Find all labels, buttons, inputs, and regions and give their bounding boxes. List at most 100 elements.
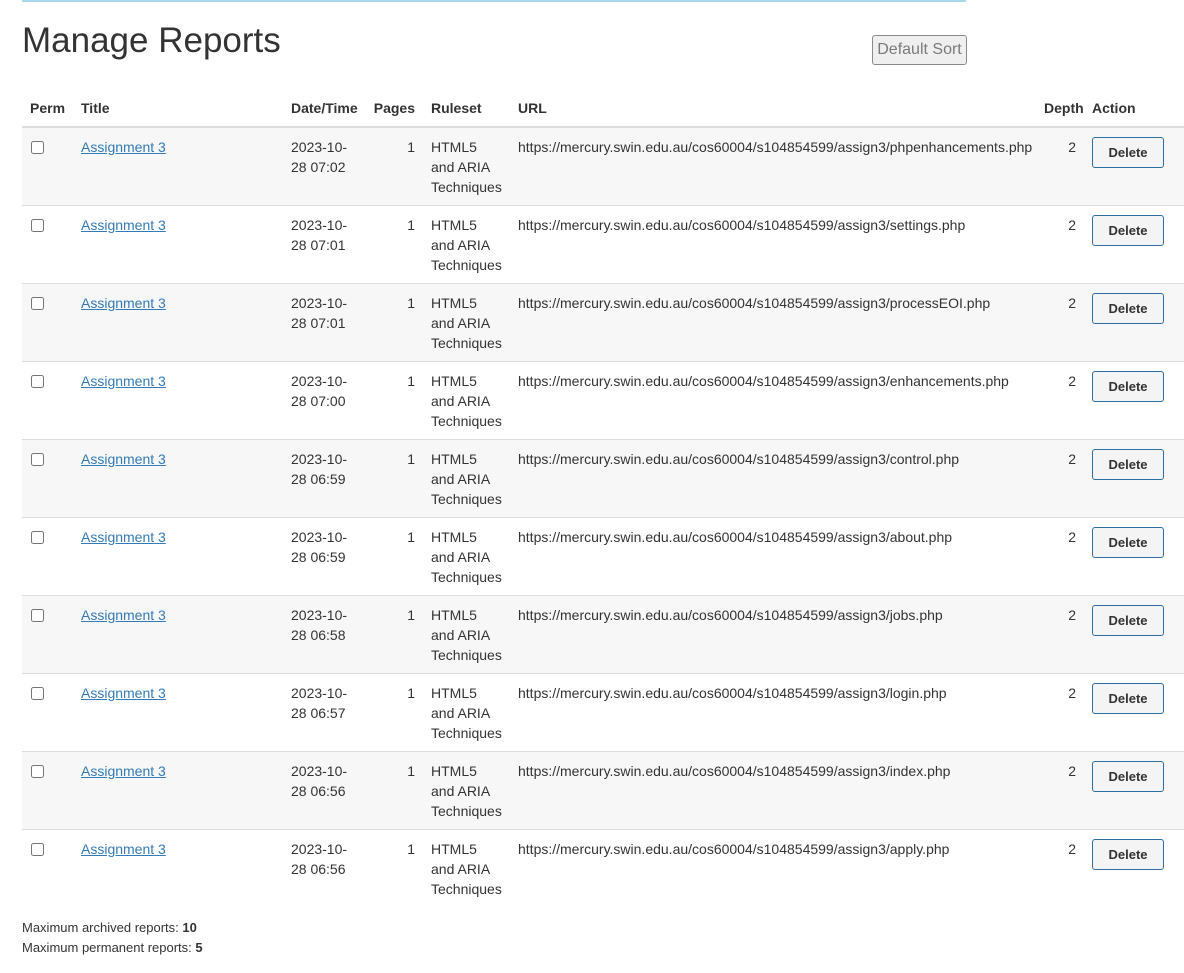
perm-cell xyxy=(22,205,73,284)
table-row: Assignment 3 2023-10- 28 06:59 1 HTML5 and AR… xyxy=(22,439,1184,518)
delete-button[interactable]: Delete xyxy=(1092,839,1164,870)
action-cell: Delete xyxy=(1084,205,1184,284)
report-time: 28 07:00 xyxy=(291,393,346,409)
pages-cell: 1 xyxy=(365,361,423,440)
delete-button[interactable]: Delete xyxy=(1092,605,1164,636)
perm-checkbox[interactable] xyxy=(31,609,44,622)
report-title-link[interactable]: Assignment 3 xyxy=(81,373,166,389)
ruleset-line: Techniques xyxy=(431,647,502,663)
ruleset-cell: HTML5 and ARIA Techniques xyxy=(423,361,510,440)
ruleset-cell: HTML5 and ARIA Techniques xyxy=(423,829,510,907)
report-title-link[interactable]: Assignment 3 xyxy=(81,841,166,857)
title-cell: Assignment 3 xyxy=(73,673,283,752)
title-cell: Assignment 3 xyxy=(73,751,283,830)
report-date: 2023-10- xyxy=(291,451,348,467)
ruleset-line: Techniques xyxy=(431,725,502,741)
ruleset-line: HTML5 xyxy=(431,139,477,155)
perm-cell xyxy=(22,673,73,752)
pages-cell: 1 xyxy=(365,517,423,596)
perm-checkbox[interactable] xyxy=(31,843,44,856)
pages-cell: 1 xyxy=(365,283,423,362)
datetime-cell: 2023-10- 28 07:02 xyxy=(283,127,365,206)
ruleset-line: HTML5 xyxy=(431,529,477,545)
action-cell: Delete xyxy=(1084,127,1184,206)
perm-checkbox[interactable] xyxy=(31,141,44,154)
delete-button[interactable]: Delete xyxy=(1092,215,1164,246)
report-title-link[interactable]: Assignment 3 xyxy=(81,139,166,155)
datetime-cell: 2023-10- 28 06:56 xyxy=(283,829,365,907)
table-row: Assignment 3 2023-10- 28 07:02 1 HTML5 and AR… xyxy=(22,127,1184,206)
ruleset-cell: HTML5 and ARIA Techniques xyxy=(423,673,510,752)
ruleset-line: Techniques xyxy=(431,413,502,429)
ruleset-line: HTML5 xyxy=(431,217,477,233)
report-title-link[interactable]: Assignment 3 xyxy=(81,529,166,545)
table-row: Assignment 3 2023-10- 28 06:56 1 HTML5 and AR… xyxy=(22,751,1184,830)
delete-button[interactable]: Delete xyxy=(1092,293,1164,324)
delete-button[interactable]: Delete xyxy=(1092,371,1164,402)
table-row: Assignment 3 2023-10- 28 07:01 1 HTML5 and AR… xyxy=(22,283,1184,362)
report-title-link[interactable]: Assignment 3 xyxy=(81,607,166,623)
report-date: 2023-10- xyxy=(291,685,348,701)
header-pages: Pages xyxy=(365,90,423,128)
pages-cell: 1 xyxy=(365,205,423,284)
perm-checkbox[interactable] xyxy=(31,453,44,466)
report-time: 28 06:59 xyxy=(291,549,346,565)
perm-checkbox[interactable] xyxy=(31,765,44,778)
ruleset-line: HTML5 xyxy=(431,685,477,701)
url-cell: https://mercury.swin.edu.au/cos60004/s10… xyxy=(510,751,1036,830)
action-cell: Delete xyxy=(1084,361,1184,440)
action-cell: Delete xyxy=(1084,829,1184,907)
ruleset-cell: HTML5 and ARIA Techniques xyxy=(423,595,510,674)
url-cell: https://mercury.swin.edu.au/cos60004/s10… xyxy=(510,361,1036,440)
report-date: 2023-10- xyxy=(291,763,348,779)
default-sort-button[interactable]: Default Sort xyxy=(872,35,967,65)
datetime-cell: 2023-10- 28 06:59 xyxy=(283,439,365,518)
report-date: 2023-10- xyxy=(291,607,348,623)
delete-button[interactable]: Delete xyxy=(1092,449,1164,480)
ruleset-line: and ARIA xyxy=(431,705,491,721)
ruleset-line: and ARIA xyxy=(431,237,491,253)
report-date: 2023-10- xyxy=(291,139,348,155)
url-cell: https://mercury.swin.edu.au/cos60004/s10… xyxy=(510,517,1036,596)
report-time: 28 07:01 xyxy=(291,237,346,253)
ruleset-cell: HTML5 and ARIA Techniques xyxy=(423,283,510,362)
report-time: 28 07:02 xyxy=(291,159,346,175)
depth-cell: 2 xyxy=(1036,283,1084,362)
report-title-link[interactable]: Assignment 3 xyxy=(81,295,166,311)
delete-button[interactable]: Delete xyxy=(1092,527,1164,558)
report-date: 2023-10- xyxy=(291,529,348,545)
action-cell: Delete xyxy=(1084,439,1184,518)
perm-cell xyxy=(22,517,73,596)
delete-button[interactable]: Delete xyxy=(1092,683,1164,714)
perm-checkbox[interactable] xyxy=(31,219,44,232)
ruleset-line: Techniques xyxy=(431,179,502,195)
ruleset-line: and ARIA xyxy=(431,159,491,175)
action-cell: Delete xyxy=(1084,517,1184,596)
pages-cell: 1 xyxy=(365,439,423,518)
report-title-link[interactable]: Assignment 3 xyxy=(81,217,166,233)
perm-checkbox[interactable] xyxy=(31,531,44,544)
report-time: 28 06:58 xyxy=(291,627,346,643)
table-row: Assignment 3 2023-10- 28 07:01 1 HTML5 and AR… xyxy=(22,205,1184,284)
perm-checkbox[interactable] xyxy=(31,297,44,310)
table-header-row: Perm Title Date/Time Pages Ruleset URL D… xyxy=(22,90,1184,128)
report-limits: Maximum archived reports: 10 Maximum per… xyxy=(22,918,203,958)
ruleset-line: Techniques xyxy=(431,803,502,819)
perm-checkbox[interactable] xyxy=(31,687,44,700)
header-depth: Depth xyxy=(1036,90,1084,128)
report-title-link[interactable]: Assignment 3 xyxy=(81,685,166,701)
ruleset-cell: HTML5 and ARIA Techniques xyxy=(423,439,510,518)
report-title-link[interactable]: Assignment 3 xyxy=(81,763,166,779)
delete-button[interactable]: Delete xyxy=(1092,137,1164,168)
report-title-link[interactable]: Assignment 3 xyxy=(81,451,166,467)
delete-button[interactable]: Delete xyxy=(1092,761,1164,792)
datetime-cell: 2023-10- 28 06:59 xyxy=(283,517,365,596)
pages-cell: 1 xyxy=(365,751,423,830)
title-cell: Assignment 3 xyxy=(73,127,283,206)
pages-cell: 1 xyxy=(365,673,423,752)
max-archived-value: 10 xyxy=(182,920,197,935)
ruleset-line: and ARIA xyxy=(431,315,491,331)
perm-checkbox[interactable] xyxy=(31,375,44,388)
ruleset-line: HTML5 xyxy=(431,763,477,779)
action-cell: Delete xyxy=(1084,751,1184,830)
